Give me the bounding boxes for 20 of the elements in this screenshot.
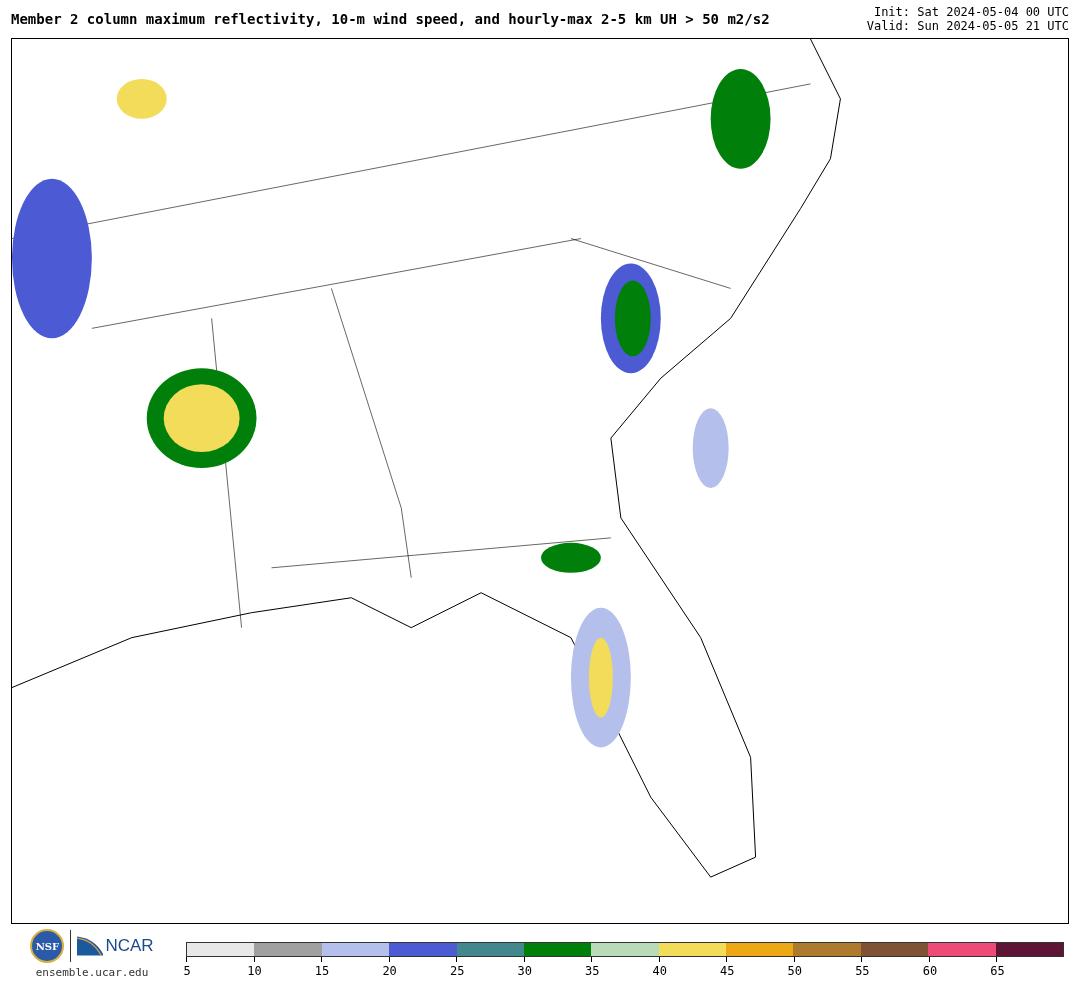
swoosh-icon	[77, 936, 104, 956]
nsf-logo: NSF	[30, 929, 65, 963]
tick-label: 50	[787, 964, 803, 978]
tick-label: 5	[183, 964, 191, 978]
tick-label: 40	[652, 964, 667, 978]
tick-label: 20	[382, 964, 397, 978]
valid-time: Valid: Sun 2024-05-05 21 UTC	[866, 19, 1069, 33]
tick-label: 25	[449, 964, 465, 978]
plot-title: Member 2 column maximum reflectivity, 10-m wind speed, and hourly-max 2-5 km UH > 50 m2/s2	[11, 11, 770, 27]
init-time: Init: Sat 2024-05-04 00 UTC	[873, 5, 1069, 19]
website-link[interactable]: ensemble.ucar.edu	[35, 966, 149, 979]
tick-label: 65	[990, 964, 1005, 978]
tick-label: 60	[922, 964, 938, 978]
tick-label: 30	[517, 964, 532, 978]
tick-label: 55	[855, 964, 870, 978]
tick-label: 45	[720, 964, 735, 978]
tick-label: 15	[314, 964, 330, 978]
ncar-logo: NCAR	[105, 936, 154, 956]
tick-label: 10	[247, 964, 262, 978]
tick-label: 35	[585, 964, 600, 978]
